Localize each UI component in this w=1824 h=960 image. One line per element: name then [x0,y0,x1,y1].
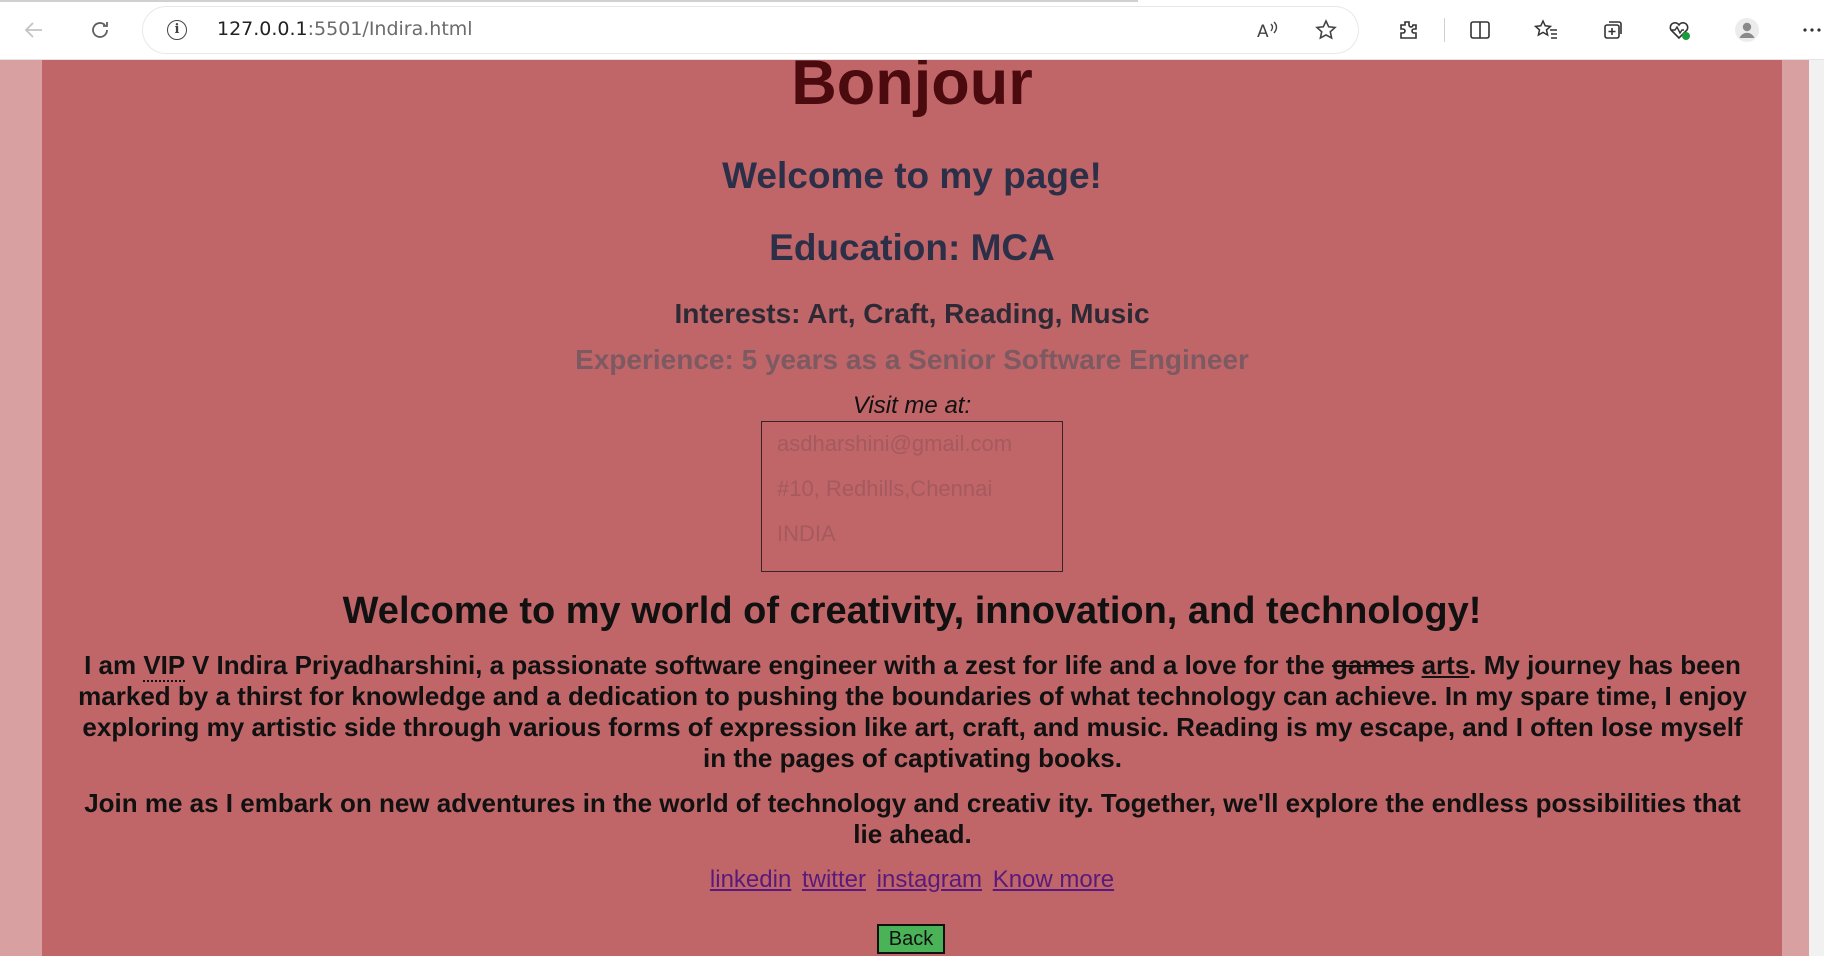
bio-space [1414,650,1421,680]
experience-heading: Experience: 5 years as a Senior Software… [575,344,1249,375]
interests-heading: Interests: Art, Craft, Reading, Music [674,298,1150,329]
address-bar[interactable]: i 127.0.0.1:5501/Indira.html A [143,7,1358,53]
scrollbar-track[interactable] [1809,60,1824,956]
join-paragraph: Join me as I embark on new adventures in… [84,788,1741,849]
education-heading: Education: MCA [769,227,1055,268]
more-icon[interactable] [1796,14,1824,46]
collections-icon[interactable] [1597,14,1629,46]
url-host: 127.0.0.1 [217,18,308,40]
bio-paragraph: I am VIP V Indira Priyadharshini, a pass… [75,650,1750,774]
loading-progress-line [0,0,1138,2]
struck-word: games [1331,650,1415,680]
twitter-link[interactable]: twitter [802,866,866,893]
extensions-icon[interactable] [1392,14,1424,46]
url-path: :5501/Indira.html [307,18,473,40]
read-aloud-icon[interactable]: A [1253,15,1283,45]
browser-viewport: Bonjour Welcome to my page! Education: M… [0,60,1824,956]
page-body: Bonjour Welcome to my page! Education: M… [42,60,1782,956]
browser-essentials-icon[interactable] [1663,14,1695,46]
toolbar-separator [1444,18,1445,42]
creativity-headline: Welcome to my world of creativity, innov… [342,590,1482,632]
contact-address-box: asdharshini@gmail.com #10, Redhills,Chen… [761,421,1063,572]
window-bottom-edge [0,956,1824,960]
contact-address: #10, Redhills,Chennai [777,476,993,501]
inserted-word: arts [1421,650,1470,680]
back-button[interactable]: Back [877,924,945,954]
svg-text:A: A [1257,22,1269,41]
contact-country: INDIA [777,521,836,546]
info-icon[interactable]: i [167,20,187,40]
bio-prefix: I am [84,650,144,680]
url-text[interactable]: 127.0.0.1:5501/Indira.html [217,18,473,40]
browser-toolbar: i 127.0.0.1:5501/Indira.html A [0,0,1824,60]
page-title: Bonjour [791,60,1033,118]
back-arrow-icon[interactable] [18,14,50,46]
social-links: linkedin twitter instagram Know more [42,866,1782,894]
profile-icon[interactable] [1731,14,1763,46]
contact-email: asdharshini@gmail.com [777,431,1013,456]
favorite-star-icon[interactable] [1311,15,1341,45]
welcome-heading: Welcome to my page! [722,155,1102,196]
know-more-link[interactable]: Know more [993,866,1114,893]
favorites-icon[interactable] [1530,14,1562,46]
visit-label: Visit me at: [852,392,972,419]
refresh-icon[interactable] [84,14,116,46]
vip-abbreviation: VIP [143,650,185,682]
instagram-link[interactable]: instagram [877,866,982,893]
linkedin-link[interactable]: linkedin [710,866,791,893]
split-screen-icon[interactable] [1464,14,1496,46]
bio-name-text: V Indira Priyadharshini, a passionate so… [184,650,1332,680]
